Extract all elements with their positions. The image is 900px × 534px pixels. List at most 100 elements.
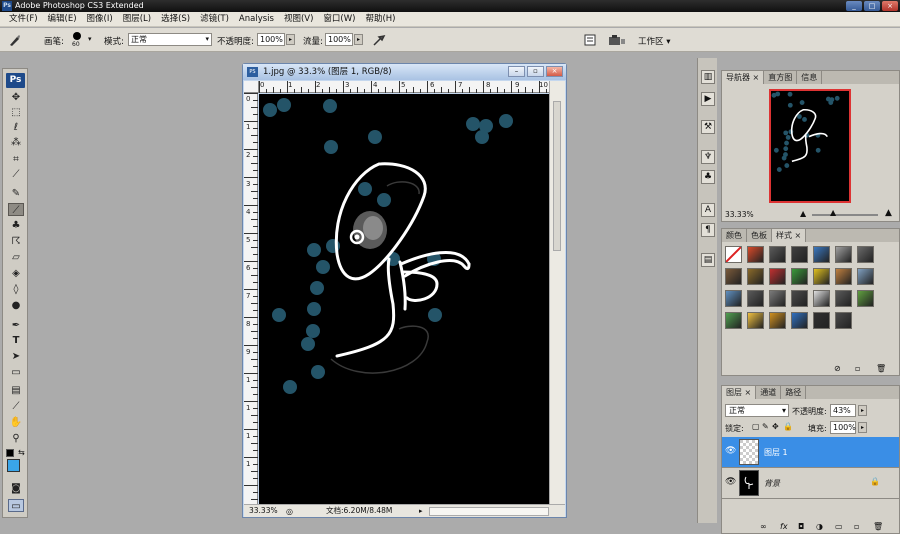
type-tool-icon[interactable]: T [8,334,24,347]
lasso-tool-icon[interactable]: ℓ [8,121,24,134]
new-layer-icon[interactable]: ▫ [854,522,859,531]
navigator-zoom[interactable]: 33.33% [725,210,754,219]
brush-tool-preset-icon[interactable] [8,33,22,47]
document-minimize-button[interactable]: – [508,66,525,77]
style-swatch[interactable] [747,290,764,307]
eraser-tool-icon[interactable]: ▱ [8,251,24,264]
opacity-slider-button[interactable]: ▸ [286,34,295,45]
style-swatch[interactable] [835,246,852,263]
tab-paths[interactable]: 路径 [781,386,807,399]
style-swatch[interactable] [725,312,742,329]
maximize-button[interactable]: □ [864,1,880,11]
brushes-palette-icon[interactable] [583,33,597,47]
foreground-color-swatch[interactable] [7,459,20,472]
delete-layer-icon[interactable]: 🗑 [873,522,883,531]
tab-info[interactable]: 信息 [797,71,823,84]
actions-panel-icon[interactable]: ▶ [701,92,715,106]
style-swatch[interactable] [791,246,808,263]
document-close-button[interactable]: × [546,66,563,77]
layer-row-background[interactable]: 👁 背景 🔒 [722,468,899,499]
brush-picker[interactable]: 60 [70,31,84,49]
fill-slider-button[interactable]: ▸ [858,422,867,433]
layer-style-icon[interactable]: fx [780,522,788,531]
flow-input[interactable]: 100% [325,33,353,46]
style-swatch[interactable] [835,268,852,285]
style-swatch[interactable] [791,268,808,285]
blend-mode-select[interactable]: 正常 ▾ [725,404,789,417]
layer-comps-icon[interactable]: ▤ [701,253,715,267]
menu-help[interactable]: 帮助(H) [360,12,400,27]
workspace-menu[interactable]: 工作区 ▾ [638,35,670,47]
menu-image[interactable]: 图像(I) [82,12,118,27]
character-panel-icon[interactable]: A [701,203,715,217]
minimize-button[interactable]: _ [846,1,862,11]
paint-bucket-tool-icon[interactable]: ◈ [8,267,24,280]
style-swatch[interactable] [857,246,874,263]
path-selection-tool-icon[interactable]: ➤ [8,350,24,363]
clear-style-icon[interactable]: ⊘ [834,364,841,373]
style-swatch[interactable] [791,290,808,307]
style-swatch[interactable] [747,312,764,329]
chevron-down-icon[interactable]: ▾ [88,35,92,43]
style-swatch[interactable] [769,290,786,307]
style-swatch[interactable] [835,312,852,329]
style-swatch[interactable] [747,268,764,285]
lock-all-icon[interactable]: 🔒 [783,422,793,431]
new-group-icon[interactable]: ▭ [835,522,843,531]
horizontal-scrollbar[interactable] [429,507,549,516]
style-swatch[interactable] [725,290,742,307]
move-tool-icon[interactable]: ✥ [8,91,24,104]
bridge-icon[interactable] [608,33,626,47]
tab-color[interactable]: 颜色 [722,229,747,242]
zoom-out-icon[interactable]: ▲ [800,209,806,218]
new-style-icon[interactable]: ▫ [855,364,860,373]
fill-input[interactable]: 100% [830,421,856,434]
status-menu-arrow-icon[interactable]: ▸ [419,505,423,517]
layer-name[interactable]: 图层 1 [764,447,788,458]
document-title-bar[interactable]: PS 1.jpg @ 33.3% (图层 1, RGB/8) – ▫ × [243,64,566,80]
eye-icon[interactable]: 👁 [725,446,736,456]
zoom-slider-thumb-icon[interactable]: ▲ [830,208,836,217]
brush-tool-icon[interactable]: ⟋ [8,203,24,216]
airbrush-icon[interactable] [372,33,386,47]
menu-filter[interactable]: 滤镜(T) [195,12,234,27]
eyedropper-sample-tool-icon[interactable]: ⟋ [8,400,24,413]
clone-stamp-tool-icon[interactable]: ♣ [8,219,24,232]
style-swatch[interactable] [813,268,830,285]
default-colors-icon[interactable] [6,449,14,457]
style-swatch[interactable] [857,290,874,307]
layer-mask-icon[interactable]: ◘ [798,522,804,531]
style-swatch[interactable] [769,246,786,263]
brushes-panel-icon[interactable]: ♆ [701,150,715,164]
style-swatch[interactable] [835,290,852,307]
mode-select[interactable]: 正常 ▾ [128,33,212,46]
shape-tool-icon[interactable]: ▭ [8,366,24,379]
healing-brush-tool-icon[interactable]: ✎ [8,187,24,200]
layer-name[interactable]: 背景 [764,478,780,489]
tab-swatches[interactable]: 色板 [747,229,772,242]
status-info-icon[interactable]: ◎ [286,506,293,518]
history-brush-tool-icon[interactable]: ☈ [8,235,24,248]
menu-analysis[interactable]: Analysis [234,12,279,27]
tool-presets-icon[interactable]: ⚒ [701,120,715,134]
style-swatch[interactable] [747,246,764,263]
tab-navigator[interactable]: 导航器 × [722,71,765,84]
layer-opacity-input[interactable]: 43% [830,404,856,417]
menu-file[interactable]: 文件(F) [4,12,43,27]
link-layers-icon[interactable]: ∞ [760,522,767,531]
style-swatch[interactable] [725,246,742,263]
scroll-thumb[interactable] [553,101,561,251]
style-swatch[interactable] [769,312,786,329]
style-swatch[interactable] [769,268,786,285]
tab-layers[interactable]: 图层 × [722,386,757,399]
zoom-slider[interactable] [812,214,878,216]
flow-slider-button[interactable]: ▸ [354,34,363,45]
opacity-input[interactable]: 100% [257,33,285,46]
menu-select[interactable]: 选择(S) [156,12,195,27]
notes-tool-icon[interactable]: ▤ [8,384,24,397]
history-panel-icon[interactable]: ▥ [701,70,715,84]
screen-mode-icon[interactable]: ▭ [8,499,24,512]
horizontal-ruler[interactable]: 0 1 2 3 4 5 6 7 8 9 10 [259,81,550,93]
vertical-scrollbar[interactable] [549,81,565,504]
blur-tool-icon[interactable]: ◊ [8,283,24,296]
